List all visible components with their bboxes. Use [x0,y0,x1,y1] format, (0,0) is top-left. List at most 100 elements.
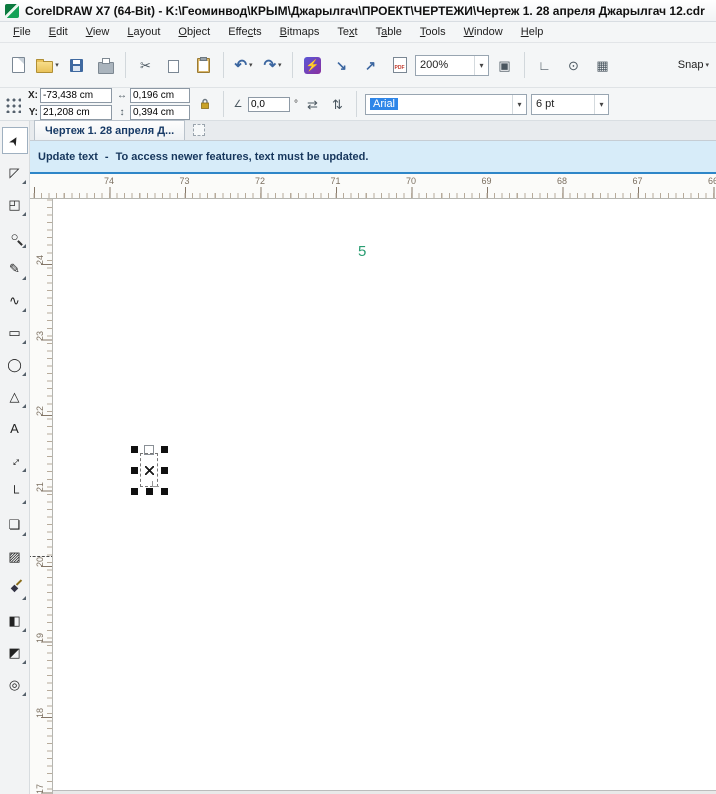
object-width-icon: ↔ [117,90,127,101]
smart-fill-tool[interactable]: ◩ [2,639,28,666]
shape-tool[interactable]: ◸ [2,159,28,186]
drop-shadow-tool[interactable]: ❏ [2,511,28,538]
save-button[interactable] [63,50,90,80]
paste-button[interactable] [190,50,217,80]
vertical-ruler[interactable]: 24 23 22 21 20 19 18 17 [30,199,53,794]
artistic-media-tool[interactable]: ∿ [2,287,28,314]
drawing-canvas[interactable]: 5 [53,199,716,794]
selection-handle[interactable] [131,467,138,474]
font-size-value: 6 pt [536,98,555,110]
selection-handle[interactable] [161,467,168,474]
h-ruler-label: 70 [405,176,416,186]
fullscreen-preview-icon: ▣ [498,57,511,73]
pick-tool[interactable]: ➤ [1,127,28,154]
polygon-tool[interactable]: △ [2,383,28,410]
menu-tools[interactable]: Tools [411,24,455,40]
update-text-bar[interactable]: Update text - To access newer features, … [30,141,716,174]
import-button[interactable]: ↘ [328,50,355,80]
menu-bar: File Edit View Layout Object Effects Bitmaps Te… [0,22,716,43]
menu-table[interactable]: Table [367,24,411,40]
menu-effects[interactable]: Effects [219,24,270,40]
y-position-input[interactable] [40,105,112,120]
zoom-tool[interactable]: ○ [2,223,28,250]
snap-grid-button[interactable]: ▦ [589,50,616,80]
application-launcher-button[interactable]: ⚡ [299,50,326,80]
show-rulers-button[interactable]: ∟ [531,50,558,80]
font-family-caret-icon[interactable]: ▾ [512,94,526,114]
outline-tool[interactable]: ◎ [2,671,28,698]
selection-handle[interactable] [161,488,168,495]
object-height-input[interactable] [130,105,190,120]
text-tool[interactable]: A [2,415,28,442]
outline-tool-icon: ◎ [8,677,21,692]
h-ruler-label: 72 [254,176,265,186]
font-family-combo[interactable]: Arial ▾ [365,93,527,115]
mirror-vertical-button[interactable]: ⇅ [327,94,348,115]
menu-window[interactable]: Window [455,24,512,40]
menu-help[interactable]: Help [512,24,553,40]
v-ruler-label: 18 [35,708,45,719]
preview-mode-button[interactable]: ⊙ [560,50,587,80]
color-eyedropper-tool[interactable]: ◆ [2,575,28,602]
selection-handle[interactable] [161,446,168,453]
canvas-row: 24 23 22 21 20 19 18 17 5 [30,199,716,794]
print-button[interactable] [92,50,119,80]
tab-page-icon[interactable] [193,124,206,136]
selected-object[interactable] [131,445,168,495]
connector-tool[interactable]: └ [2,479,28,506]
undo-icon: ↶ [234,56,248,74]
menu-object[interactable]: Object [169,24,219,40]
selection-handle[interactable] [131,446,138,453]
selection-center-marker[interactable] [145,466,154,475]
parallel-dimension-tool[interactable]: ↔ [2,447,28,474]
copy-button[interactable] [161,50,188,80]
fullscreen-preview-button[interactable]: ▣ [491,50,518,80]
menu-edit[interactable]: Edit [40,24,77,40]
publish-pdf-button[interactable]: PDF [386,50,413,80]
new-document-button[interactable] [5,50,32,80]
selection-handle[interactable] [131,488,138,495]
x-label: X: [28,90,38,101]
export-button[interactable]: ↗ [357,50,384,80]
rectangle-tool[interactable]: ▭ [2,319,28,346]
print-icon [97,57,114,74]
redo-button[interactable]: ↷ ▾ [259,50,286,80]
x-position-input[interactable] [40,88,112,103]
cut-button[interactable]: ✂ [132,50,159,80]
document-tab[interactable]: Чертеж 1. 28 апреля Д... [34,120,186,140]
parallel-dimension-tool-icon: ↔ [4,450,25,471]
horizontal-ruler[interactable]: 74 73 72 71 70 69 68 67 66 [30,174,716,199]
origin-grid-icon[interactable] [4,95,21,113]
open-button[interactable]: ▾ [34,50,61,80]
application-launcher-icon: ⚡ [304,56,321,74]
h-ruler-label: 66 [707,176,716,186]
menu-layout[interactable]: Layout [118,24,169,40]
drawing-text[interactable]: 5 [358,243,366,260]
lock-ratio-button[interactable] [194,94,215,115]
snap-dropdown[interactable]: Snap ▾ [676,50,711,80]
v-ruler-label: 21 [35,481,45,492]
zoom-level-combo[interactable]: 200% ▾ [415,54,489,76]
object-height-icon: ↕ [119,107,125,118]
transparency-tool[interactable]: ▨ [2,543,28,570]
rotation-angle-input[interactable] [248,96,290,112]
menu-file[interactable]: File [4,24,40,40]
font-size-combo[interactable]: 6 pt ▾ [531,93,609,115]
crop-tool[interactable]: ◰ [2,191,28,218]
selection-handle[interactable] [146,488,153,495]
h-ruler-label: 69 [481,176,492,186]
open-folder-icon [36,58,54,73]
font-size-caret-icon[interactable]: ▾ [594,94,608,114]
undo-button[interactable]: ↶ ▾ [230,50,257,80]
lock-icon [200,98,209,109]
object-width-input[interactable] [130,88,190,103]
menu-view[interactable]: View [77,24,119,40]
menu-bitmaps[interactable]: Bitmaps [271,24,329,40]
interactive-fill-tool[interactable]: ◧ [2,607,28,634]
redo-icon: ↷ [263,56,277,74]
mirror-horizontal-button[interactable]: ⇄ [302,94,323,115]
freehand-tool[interactable]: ✎ [2,255,28,282]
zoom-caret-icon[interactable]: ▾ [474,55,488,75]
menu-text[interactable]: Text [328,24,366,40]
ellipse-tool[interactable]: ◯ [2,351,28,378]
